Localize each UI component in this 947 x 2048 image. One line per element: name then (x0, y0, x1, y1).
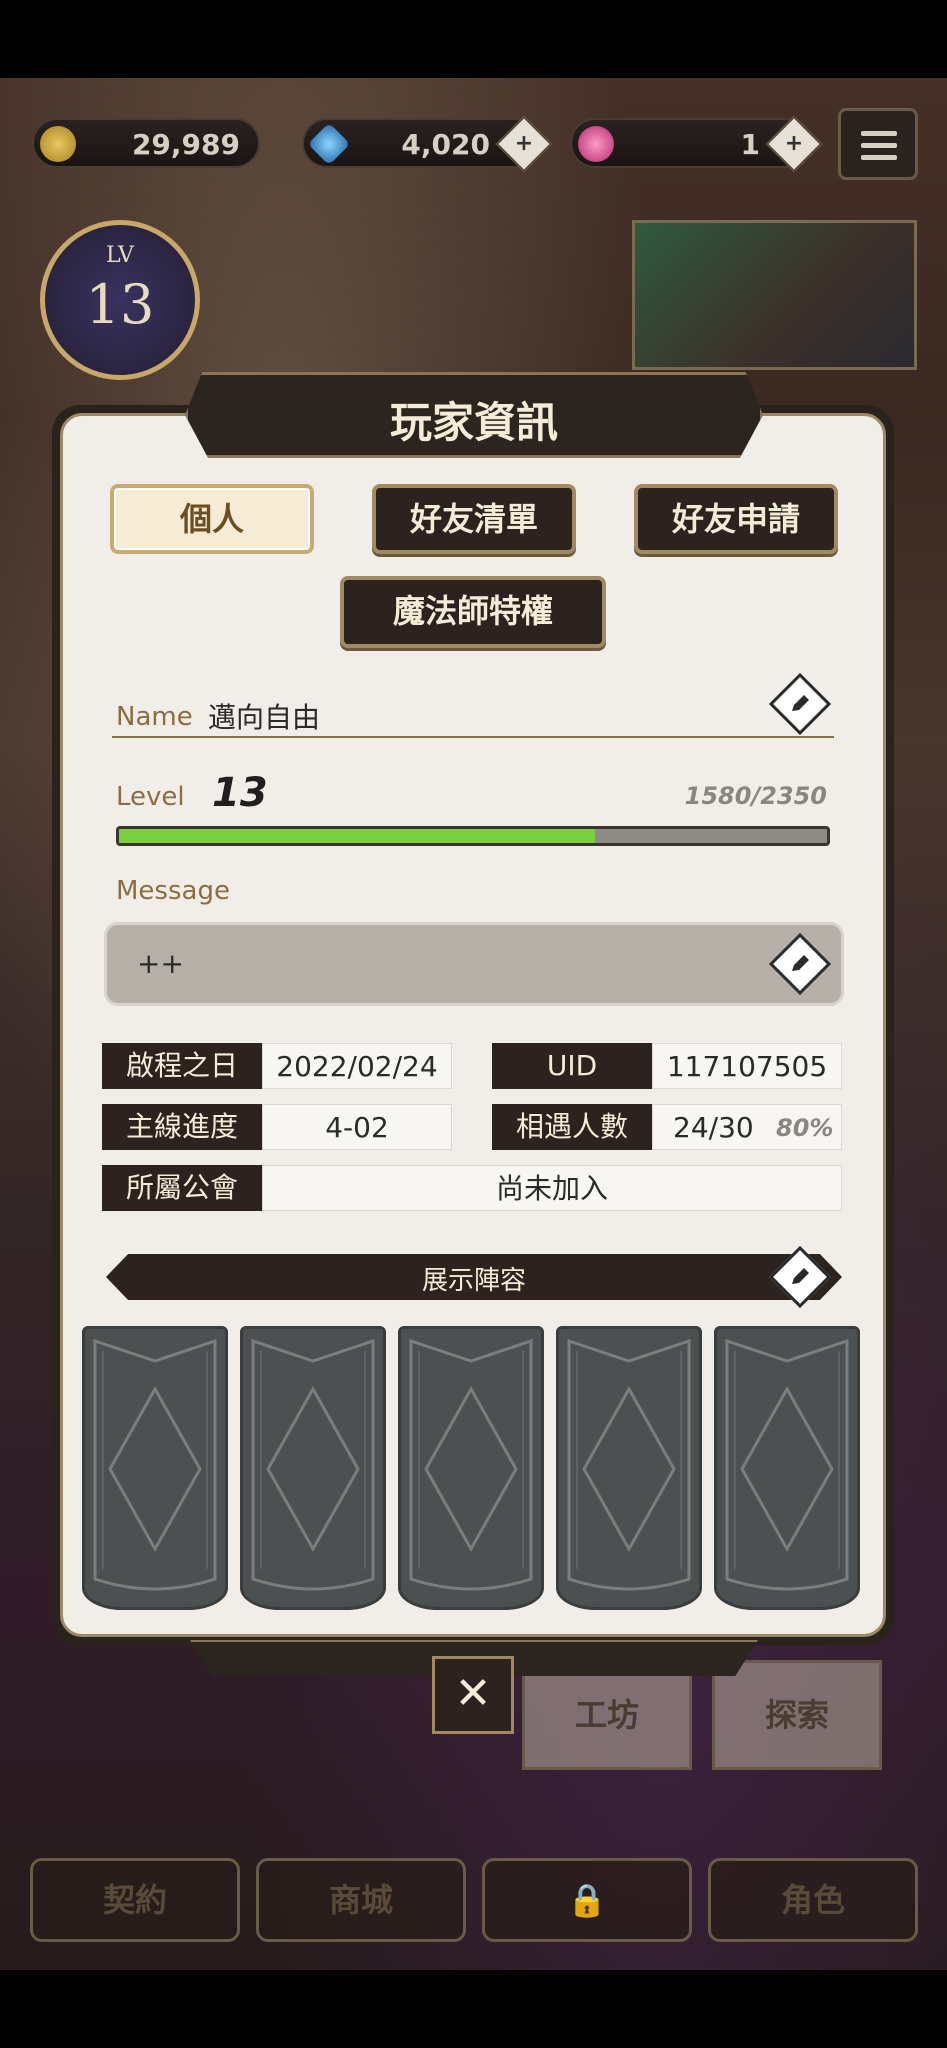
plus-icon: + (514, 131, 534, 156)
blue-gem-value: 4,020 (401, 128, 490, 161)
pink-gem-icon (578, 126, 614, 162)
close-button[interactable]: ✕ (432, 1656, 514, 1734)
magician-privilege-button[interactable]: 魔法師特權 (340, 576, 606, 648)
tab-friend-list[interactable]: 好友清單 (372, 484, 576, 554)
shop-button: 商城 (256, 1858, 466, 1942)
empty-slot-icon (567, 1338, 691, 1591)
contract-button: 契約 (30, 1858, 240, 1942)
blue-gem-icon (307, 122, 351, 166)
message-text: ++ (137, 947, 184, 980)
lineup-header: 展示陣容 (106, 1254, 842, 1300)
character-button: 角色 (708, 1858, 918, 1942)
exp-bar (116, 826, 830, 846)
start-date-value: 2022/02/24 (262, 1043, 452, 1089)
empty-slot-icon (93, 1338, 217, 1591)
encounter-percent: 80% (776, 1114, 834, 1142)
gold-value: 29,989 (131, 128, 240, 161)
explore-button: 探索 (712, 1660, 882, 1770)
menu-icon-line (861, 155, 897, 160)
uid-label: UID (492, 1043, 652, 1089)
message-box[interactable]: ++ (104, 922, 844, 1006)
lineup-slot[interactable] (714, 1326, 860, 1610)
gold-currency: 29,989 (32, 118, 260, 168)
tab-friend-requests[interactable]: 好友申請 (634, 484, 838, 554)
gold-coin-icon (40, 126, 76, 162)
name-label: Name (116, 702, 193, 732)
pencil-icon (792, 695, 809, 711)
blue-gem-currency: 4,020 + (302, 115, 553, 173)
lineup-slot[interactable] (398, 1326, 544, 1610)
uid-value: 117107505 (652, 1043, 842, 1089)
exp-bar-fill (119, 829, 595, 843)
event-banner[interactable] (632, 220, 917, 370)
story-progress-label: 主線進度 (102, 1104, 262, 1150)
main-menu-button[interactable] (838, 108, 918, 180)
empty-slot-icon (251, 1338, 375, 1591)
encounter-label: 相遇人數 (492, 1104, 652, 1150)
locked-button: 🔒 (482, 1858, 692, 1942)
tab-personal[interactable]: 個人 (110, 484, 314, 554)
plus-icon: + (784, 131, 804, 156)
start-date-label: 啟程之日 (102, 1043, 262, 1089)
exp-text: 1580/2350 (684, 782, 827, 810)
dialog-title: 玩家資訊 (389, 398, 558, 447)
workshop-button: 工坊 (522, 1660, 692, 1770)
menu-icon-line (861, 143, 897, 148)
lineup-slot[interactable] (240, 1326, 386, 1610)
menu-icon (861, 131, 897, 136)
guild-label: 所屬公會 (102, 1165, 262, 1211)
pencil-icon (792, 955, 809, 971)
lock-icon: 🔒 (567, 1881, 607, 1919)
level-value: 13 (212, 770, 268, 816)
lineup-slot[interactable] (556, 1326, 702, 1610)
level-badge-label: LV (106, 243, 134, 268)
pink-gem-value: 1 (740, 128, 760, 161)
guild-value: 尚未加入 (262, 1165, 842, 1211)
dialog-title-plate: 玩家資訊 (185, 372, 763, 458)
level-label: Level (116, 782, 185, 812)
lineup-slot[interactable] (82, 1326, 228, 1610)
player-level-badge[interactable]: LV 13 (40, 220, 200, 380)
empty-slot-icon (725, 1338, 849, 1591)
level-badge-number: 13 (85, 273, 155, 336)
lineup-label: 展示陣容 (421, 1266, 526, 1296)
pink-gem-currency: 1 + (570, 115, 823, 173)
player-name: 邁向自由 (208, 701, 321, 734)
message-label: Message (116, 876, 230, 906)
empty-slot-icon (409, 1338, 533, 1591)
name-underline (112, 736, 834, 738)
pencil-icon (792, 1268, 809, 1284)
story-progress-value: 4-02 (262, 1104, 452, 1150)
